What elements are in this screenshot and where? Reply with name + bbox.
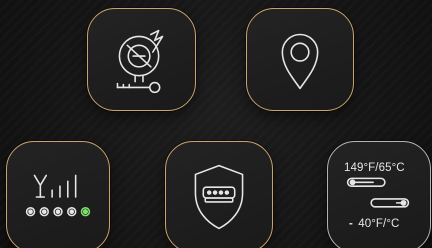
thermometer-high-icon <box>346 177 386 187</box>
location-pin-icon <box>281 33 319 90</box>
min-temperature-value: 40°F/°C <box>358 218 400 230</box>
location-tile[interactable] <box>246 8 354 111</box>
motor-tile[interactable] <box>87 8 196 111</box>
signal-strength-icon <box>25 174 91 217</box>
temperature-range-icon <box>346 177 410 208</box>
shield-tile[interactable] <box>165 141 273 248</box>
temperature-tile[interactable]: 149°F/65°C - 40°F/°C <box>327 141 431 248</box>
icon-grid: 149°F/65°C - 40°F/°C <box>0 0 432 248</box>
shield-connector-icon <box>194 164 244 230</box>
min-temperature-label: - 40°F/°C <box>349 218 399 230</box>
thermometer-low-icon <box>370 198 410 208</box>
min-temperature-sign: - <box>349 218 353 230</box>
status-led-row <box>25 207 91 217</box>
engine-motor-icon <box>116 29 164 94</box>
max-temperature-label: 149°F/65°C <box>344 162 405 174</box>
signal-tile[interactable] <box>6 141 110 248</box>
